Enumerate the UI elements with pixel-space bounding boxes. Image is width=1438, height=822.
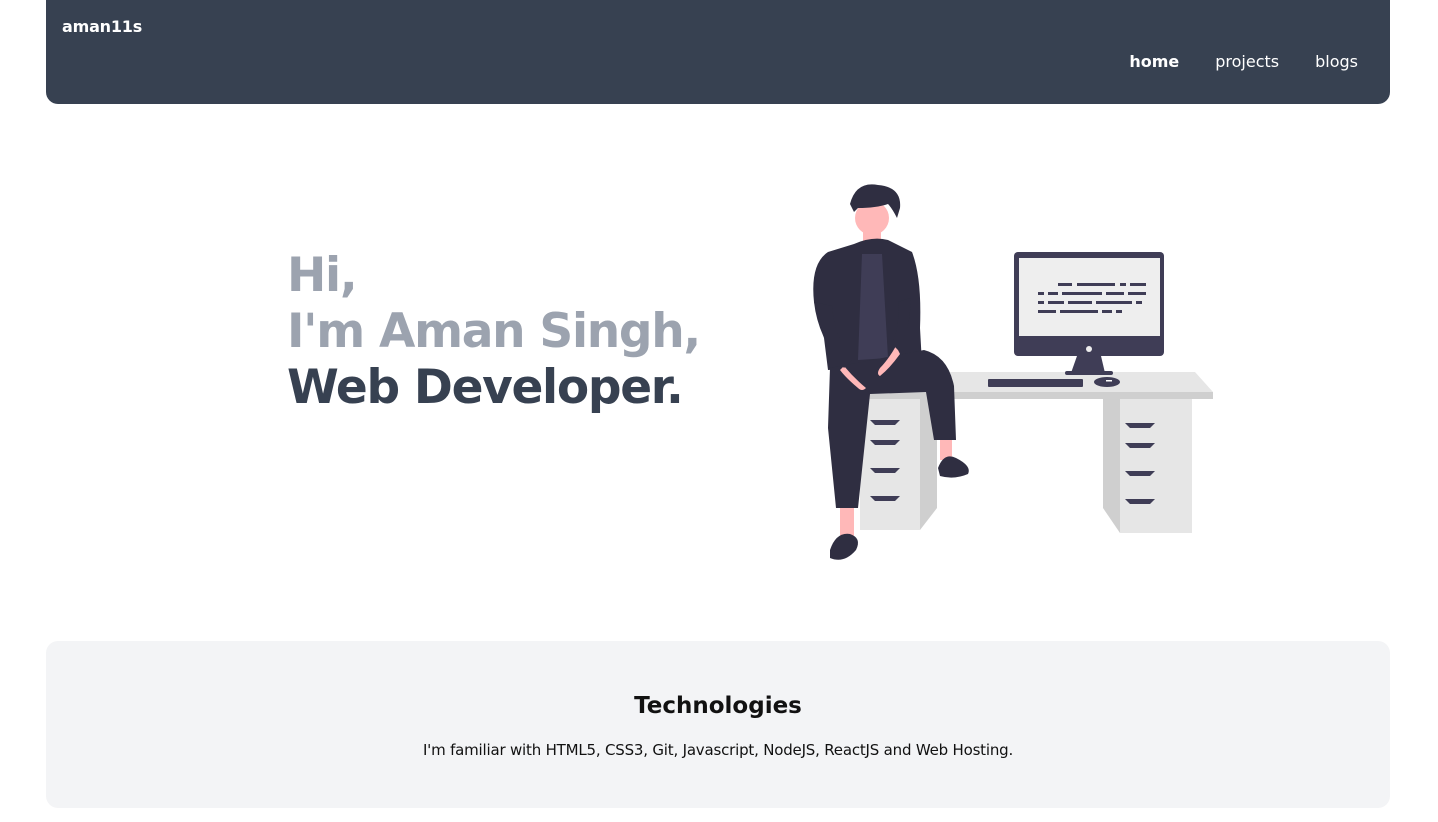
- hero-intro: Hi, I'm Aman Singh, Web Developer.: [287, 248, 701, 416]
- hero-greeting: Hi,: [287, 248, 358, 303]
- nav-link-blogs[interactable]: blogs: [1315, 52, 1358, 71]
- brand-logo[interactable]: aman11s: [62, 17, 142, 36]
- nav-link-home[interactable]: home: [1129, 52, 1179, 71]
- technologies-card: Technologies I'm familiar with HTML5, CS…: [46, 641, 1390, 808]
- navbar: aman11s home projects blogs: [46, 0, 1390, 104]
- hero-name: I'm Aman Singh,: [287, 304, 701, 359]
- technologies-description: I'm familiar with HTML5, CSS3, Git, Java…: [422, 741, 1014, 759]
- technologies-title: Technologies: [634, 693, 802, 719]
- nav-link-projects[interactable]: projects: [1215, 52, 1279, 71]
- developer-at-desk-illustration: [800, 178, 1220, 568]
- hero-role: Web Developer.: [287, 360, 684, 415]
- nav-links: home projects blogs: [1129, 52, 1358, 71]
